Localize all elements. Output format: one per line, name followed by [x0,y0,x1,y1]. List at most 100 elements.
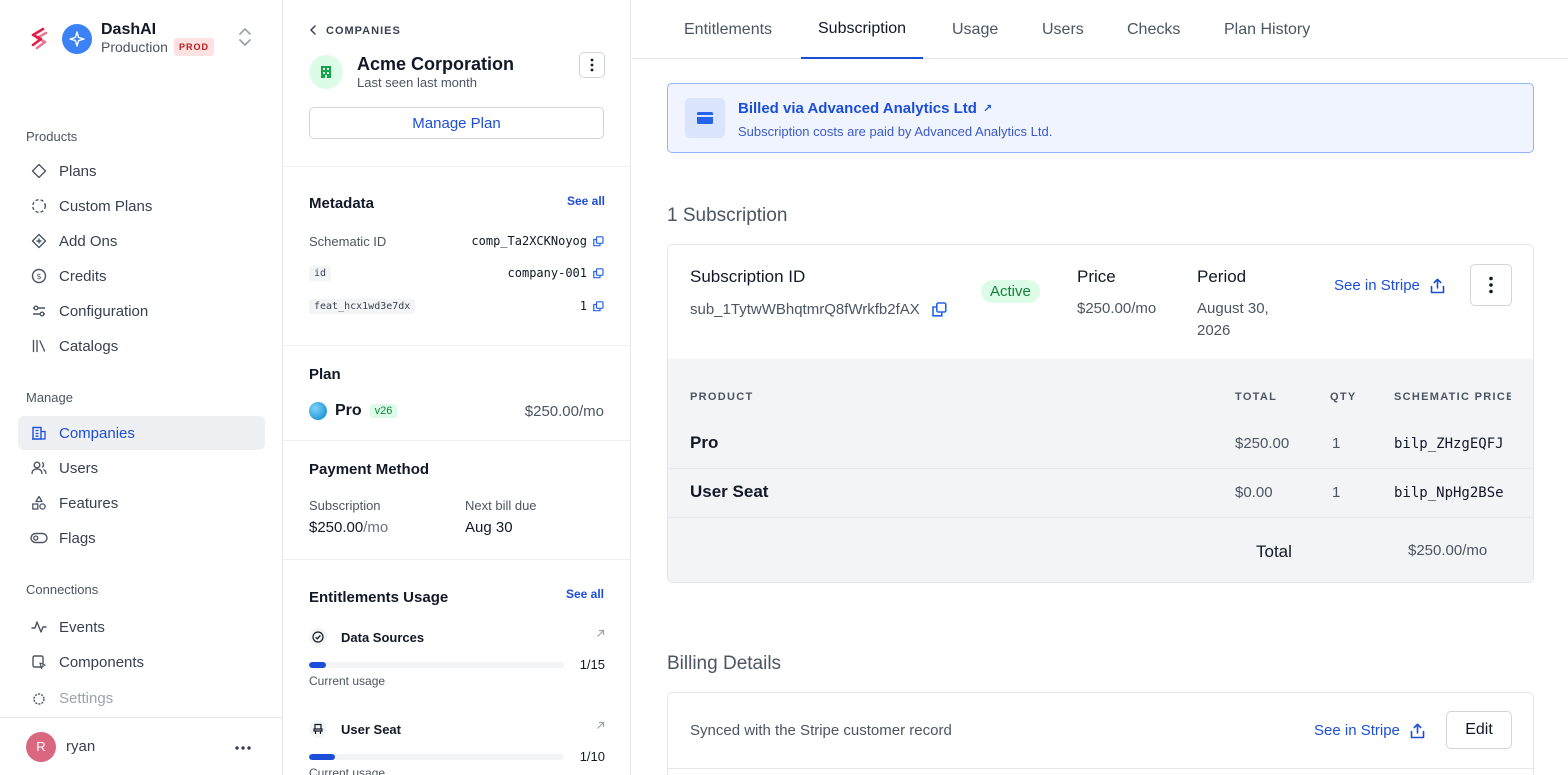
sidebar-item-label: Companies [59,424,135,442]
seat-icon [309,720,327,738]
subscription-id-value: sub_1TytwWBhqtmrQ8fWrkfb2fAX [690,301,920,318]
diamond-plus-icon [30,232,48,250]
building-icon [309,55,343,89]
sidebar-item-label: Custom Plans [59,197,153,215]
metadata-key: Schematic ID [309,233,387,249]
total-value: $250.00/mo [1408,542,1488,559]
sidebar-item-label: Plans [59,162,97,180]
product-price-id: bilp_ZHzgEQFJ [1394,436,1504,452]
metadata-key: id [309,265,332,281]
price-label: Price [1077,267,1116,286]
column-header-total: TOTAL [1235,391,1278,403]
tab-users[interactable]: Users [1042,0,1084,59]
sidebar-item-label: Settings [59,690,114,706]
plan-version-badge: v26 [369,404,398,418]
workspace-switcher[interactable]: DashAI Production PROD [26,20,260,58]
sidebar-item-settings[interactable]: Settings [18,690,265,706]
period-label: Period [1197,267,1247,286]
brand-environment: Production [101,39,168,55]
metadata-see-all-link[interactable]: See all [567,194,605,208]
sidebar-item-components[interactable]: Components [18,645,265,679]
nav-manage: Manage Companies Users Features Flags [0,388,283,555]
billed-via-link[interactable]: Billed via Advanced Analytics Ltd ↗ [738,100,992,117]
tab-plan-history[interactable]: Plan History [1224,0,1310,59]
arrow-up-right-icon[interactable] [596,627,605,641]
nav-heading: Connections [26,582,99,597]
product-qty: 1 [1332,484,1341,501]
sidebar-item-label: Catalogs [59,337,119,355]
breadcrumb-companies: COMPANIES [326,25,401,37]
sidebar-item-label: Add Ons [59,232,118,250]
billing-see-in-stripe-link[interactable]: See in Stripe [1314,722,1425,739]
see-in-stripe-label: See in Stripe [1314,722,1400,739]
shapes-icon [30,494,48,512]
metadata-value: 1 [579,299,587,313]
copy-icon[interactable] [932,302,947,317]
breadcrumb[interactable]: COMPANIES [309,24,401,38]
entitlement-name: Data Sources [341,629,425,645]
subscription-actions-button[interactable] [1470,264,1512,306]
sidebar-item-label: Users [59,459,99,477]
company-summary: Acme Corporation Last seen last month [309,52,605,92]
sidebar-item-plans[interactable]: Plans [18,154,265,188]
sidebar-item-configuration[interactable]: Configuration [18,294,265,328]
product-price-id: bilp_NpHg2BSe [1394,485,1504,501]
chevron-up-down-icon[interactable] [238,26,252,53]
sparkle-icon [62,24,92,54]
sliders-icon [30,302,48,320]
avatar: R [26,731,56,762]
svg-text:$: $ [36,272,41,281]
billed-via-title: Billed via Advanced Analytics Ltd [738,100,977,117]
coin-icon: $ [30,267,48,285]
plan-price: $250.00/mo [524,402,604,420]
arrow-up-right-icon[interactable] [596,719,605,733]
copy-icon[interactable] [593,235,604,247]
next-bill-label: Next bill due [465,498,537,513]
sidebar: DashAI Production PROD Products Plans Cu… [0,0,283,775]
tab-usage[interactable]: Usage [952,0,998,59]
total-label: Total [1256,542,1292,561]
column-header-product: PRODUCT [690,391,754,403]
manage-plan-button[interactable]: Manage Plan [309,107,604,139]
tab-entitlements[interactable]: Entitlements [684,0,772,59]
sidebar-item-credits[interactable]: $ Credits [18,259,265,293]
tab-bar: Entitlements Subscription Usage Users Ch… [632,0,1568,59]
sidebar-item-features[interactable]: Features [18,486,265,520]
external-link-icon: ↗ [982,103,993,115]
sidebar-item-users[interactable]: Users [18,451,265,485]
tab-subscription[interactable]: Subscription [801,0,924,59]
copy-icon[interactable] [593,267,604,279]
billing-details-card: Synced with the Stripe customer record S… [667,692,1535,775]
user-menu[interactable]: R ryan [0,717,282,775]
copy-icon[interactable] [593,300,604,312]
entitlement-item[interactable]: User Seat 1/10 Current usage [309,719,605,775]
product-total: $250.00 [1235,435,1290,452]
building-icon [30,424,48,442]
sidebar-item-catalogs[interactable]: Catalogs [18,329,265,363]
sidebar-item-flags[interactable]: Flags [18,521,265,555]
company-actions-button[interactable] [579,52,605,78]
plan-section: Plan [283,346,630,441]
subscriptions-heading: 1 Subscription [667,205,788,226]
share-icon [1430,278,1445,294]
entitlements-see-all-link[interactable]: See all [566,587,604,601]
entitlement-item[interactable]: Data Sources 1/15 Current usage [309,627,605,688]
subscription-label: Subscription [309,498,381,513]
sidebar-item-add-ons[interactable]: Add Ons [18,224,265,258]
more-horizontal-icon[interactable] [234,738,252,756]
sidebar-item-events[interactable]: Events [18,610,265,644]
tab-checks[interactable]: Checks [1127,0,1180,59]
usage-progress-bar [309,754,564,760]
subscription-products-table: PRODUCT TOTAL QTY SCHEMATIC PRICE Pro $2… [668,359,1533,582]
company-panel: COMPANIES Acme Corporation Last seen las… [283,0,631,775]
edit-billing-button[interactable]: Edit [1446,711,1512,749]
metadata-value: company-001 [507,266,587,280]
dashed-circle-icon [30,197,48,215]
plan-row[interactable]: Pro v26 $250.00/mo [309,400,604,422]
metadata-row: Schematic ID comp_Ta2XCKNoyog [309,231,604,251]
usage-progress-fill [309,754,335,760]
sidebar-item-custom-plans[interactable]: Custom Plans [18,189,265,223]
see-in-stripe-link[interactable]: See in Stripe [1334,277,1445,294]
sidebar-item-companies[interactable]: Companies [18,416,265,450]
entitlements-title: Entitlements Usage [309,589,449,606]
